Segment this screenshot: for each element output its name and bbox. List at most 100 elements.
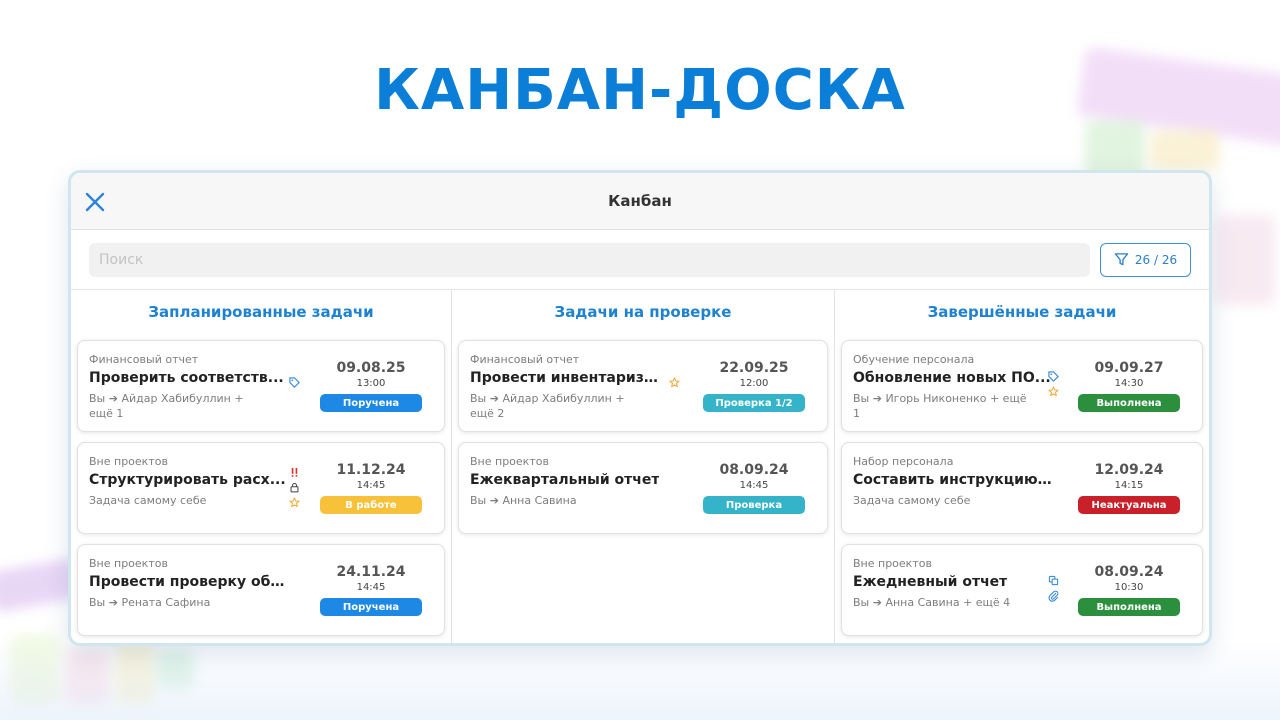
background-decoration xyxy=(1150,130,1220,170)
task-title: Провести инвентариза... xyxy=(470,370,660,386)
task-title: Обновление новых ПО... xyxy=(853,370,1051,386)
assignee-line: Вы ➔ Айдар Хабибуллин + xyxy=(470,392,625,405)
task-title: Ежеквартальный отчет xyxy=(470,472,660,488)
task-title: Составить инструкцию - ... xyxy=(853,472,1053,488)
copy-icon xyxy=(1048,575,1059,589)
paperclip-icon xyxy=(1048,590,1059,605)
task-card[interactable]: Вне проектов Ежедневный отчет Вы ➔ Анна Са… xyxy=(841,544,1203,636)
task-date: 11.12.24 xyxy=(336,462,406,478)
task-date: 12.09.24 xyxy=(1094,462,1164,478)
assignee-line: Задача самому себе xyxy=(89,494,207,507)
background-decoration xyxy=(1215,215,1275,305)
status-badge: Поручена xyxy=(320,394,422,412)
task-assignee: Вы ➔ Айдар Хабибуллин + ещё 1 xyxy=(89,391,244,421)
task-date: 24.11.24 xyxy=(336,564,406,580)
assignee-line: Вы ➔ Анна Савина + ещё 4 xyxy=(853,596,1011,609)
task-time: 10:30 xyxy=(1114,582,1144,593)
task-category: Набор персонала xyxy=(853,455,954,468)
assignee-line: ещё 2 xyxy=(470,407,505,420)
star-icon xyxy=(289,497,300,511)
search-input[interactable] xyxy=(89,242,1090,277)
task-icons xyxy=(289,467,300,511)
exclamation-icon xyxy=(289,467,300,481)
task-date: 09.08.25 xyxy=(336,360,406,376)
assignee-line: Задача самому себе xyxy=(853,494,971,507)
task-category: Обучение персонала xyxy=(853,353,975,366)
task-card[interactable]: Финансовый отчет Провести инвентариза... В… xyxy=(458,340,828,432)
window-title: Канбан xyxy=(608,192,672,210)
task-card[interactable]: Обучение персонала Обновление новых ПО...… xyxy=(841,340,1203,432)
close-button[interactable] xyxy=(83,190,107,214)
search-row: 26 / 26 xyxy=(71,230,1209,290)
task-title: Провести проверку обор... xyxy=(89,574,289,590)
status-badge: Поручена xyxy=(320,598,422,616)
status-badge: Выполнена xyxy=(1078,394,1180,412)
task-card[interactable]: Финансовый отчет Проверить соответств... В… xyxy=(77,340,445,432)
titlebar: Канбан xyxy=(71,173,1209,230)
task-category: Финансовый отчет xyxy=(89,353,199,366)
column-title: Запланированные задачи xyxy=(148,303,374,321)
task-icons xyxy=(289,377,300,391)
column-review: Задачи на проверке Финансовый отчет Прове… xyxy=(451,290,834,643)
task-date: 08.09.24 xyxy=(1094,564,1164,580)
task-time: 13:00 xyxy=(356,378,386,389)
filter-icon xyxy=(1114,253,1129,266)
task-category: Финансовый отчет xyxy=(470,353,580,366)
task-assignee: Вы ➔ Рената Сафина xyxy=(89,595,210,610)
status-badge: В работе xyxy=(320,496,422,514)
task-assignee: Задача самому себе xyxy=(89,493,206,508)
column-title: Завершённые задачи xyxy=(927,303,1117,321)
assignee-line: Вы ➔ Айдар Хабибуллин + xyxy=(89,392,244,405)
task-icons xyxy=(669,377,680,391)
assignee-line: Вы ➔ Игорь Никоненко + ещё xyxy=(853,392,1027,405)
kanban-board: Запланированные задачи Финансовый отчет П… xyxy=(71,290,1209,643)
task-date: 09.09.27 xyxy=(1094,360,1164,376)
task-title: Структурировать расх... xyxy=(89,472,286,488)
status-badge: Проверка 1/2 xyxy=(703,394,805,412)
column-completed: Завершённые задачи Обучение персонала Обн… xyxy=(834,290,1209,643)
lock-icon xyxy=(289,482,300,496)
assignee-line: ещё 1 xyxy=(89,407,124,420)
task-time: 14:45 xyxy=(739,480,769,491)
task-time: 14:15 xyxy=(1114,480,1144,491)
task-date: 22.09.25 xyxy=(719,360,789,376)
task-card[interactable]: Вне проектов Ежеквартальный отчет Вы ➔ Анн… xyxy=(458,442,828,534)
task-assignee: Вы ➔ Анна Савина xyxy=(470,493,577,508)
column-title: Задачи на проверке xyxy=(554,303,732,321)
task-title: Проверить соответств... xyxy=(89,370,284,386)
background-glow xyxy=(0,640,1280,720)
tag-icon xyxy=(1048,371,1059,385)
task-category: Вне проектов xyxy=(470,455,549,468)
task-icons xyxy=(1048,371,1059,400)
task-time: 14:45 xyxy=(356,480,386,491)
status-badge: Выполнена xyxy=(1078,598,1180,616)
task-title: Ежедневный отчет xyxy=(853,574,1008,590)
task-assignee: Вы ➔ Анна Савина + ещё 4 xyxy=(853,595,1010,610)
task-assignee: Вы ➔ Игорь Никоненко + ещё 1 xyxy=(853,391,1027,421)
task-assignee: Вы ➔ Айдар Хабибуллин + ещё 2 xyxy=(470,391,625,421)
assignee-line: 1 xyxy=(853,407,860,420)
task-time: 14:30 xyxy=(1114,378,1144,389)
task-card[interactable]: Набор персонала Составить инструкцию - ..… xyxy=(841,442,1203,534)
task-icons xyxy=(1048,575,1059,605)
task-card[interactable]: Вне проектов Структурировать расх... Задач… xyxy=(77,442,445,534)
column-planned: Запланированные задачи Финансовый отчет П… xyxy=(71,290,451,643)
status-badge: Неактуальна xyxy=(1078,496,1180,514)
status-badge: Проверка xyxy=(703,496,805,514)
task-category: Вне проектов xyxy=(89,455,168,468)
kanban-window: Канбан 26 / 26 Запланированные задачи Фи… xyxy=(68,170,1212,646)
task-time: 12:00 xyxy=(739,378,769,389)
task-assignee: Задача самому себе xyxy=(853,493,970,508)
task-card[interactable]: Вне проектов Провести проверку обор... Вы … xyxy=(77,544,445,636)
star-icon xyxy=(669,377,680,391)
filter-count: 26 / 26 xyxy=(1134,252,1178,267)
close-icon xyxy=(85,192,105,212)
star-icon xyxy=(1048,386,1059,400)
assignee-line: Вы ➔ Рената Сафина xyxy=(89,596,211,609)
task-time: 14:45 xyxy=(356,582,386,593)
hero-title: КАНБАН-ДОСКА xyxy=(374,58,906,123)
task-category: Вне проектов xyxy=(853,557,932,570)
task-date: 08.09.24 xyxy=(719,462,789,478)
filter-button[interactable]: 26 / 26 xyxy=(1100,242,1191,277)
assignee-line: Вы ➔ Анна Савина xyxy=(470,494,577,507)
